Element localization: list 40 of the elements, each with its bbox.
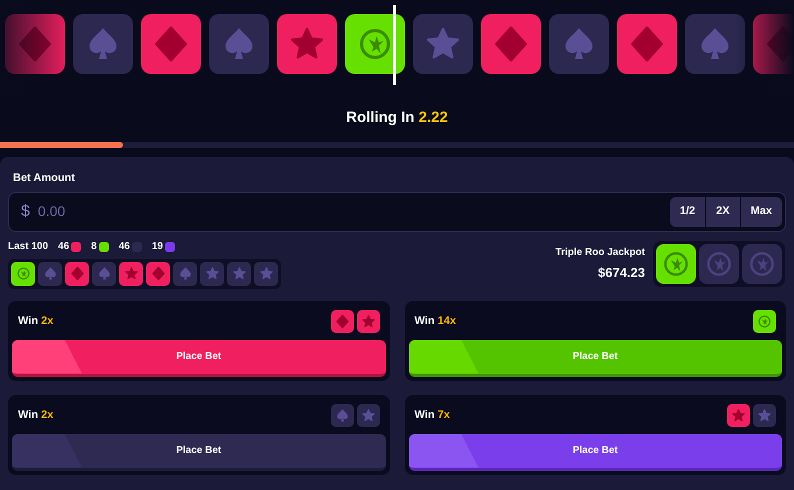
history-count: 46 bbox=[58, 240, 70, 254]
spade-icon bbox=[178, 266, 192, 281]
place-bet-button[interactable]: Place Bet bbox=[12, 434, 386, 470]
bet-amount-field[interactable]: $ 0.00 1/2 2X Max bbox=[8, 192, 786, 232]
star-icon bbox=[360, 408, 376, 423]
win-multiplier: Win 2x bbox=[18, 314, 54, 330]
spade-icon bbox=[42, 266, 58, 281]
star-icon bbox=[258, 266, 274, 281]
diamond-icon bbox=[70, 266, 84, 281]
history-count: 46 bbox=[118, 240, 130, 254]
bet-amount-label: Bet Amount bbox=[12, 171, 76, 186]
place-bet-button[interactable]: Place Bet bbox=[408, 434, 782, 470]
diamond-icon bbox=[150, 266, 166, 281]
diamond-icon bbox=[628, 25, 666, 63]
win-multiplier: Win 2x bbox=[18, 408, 54, 424]
jackpot-amount: $674.23 bbox=[598, 264, 645, 282]
diamond-icon bbox=[152, 25, 190, 63]
star-icon bbox=[757, 408, 772, 423]
win-multiplier: Win 14x bbox=[414, 314, 456, 330]
jackpot-label: Triple Roo Jackpot bbox=[556, 246, 645, 260]
win-multiplier: Win 7x bbox=[414, 408, 450, 424]
history-count: 19 bbox=[152, 240, 163, 254]
place-bet-button[interactable]: Place Bet bbox=[12, 340, 386, 376]
history-count: 8 bbox=[91, 240, 97, 254]
bet-modifier-button[interactable]: 1/2 bbox=[670, 196, 706, 226]
star-icon bbox=[124, 266, 138, 281]
bet-modifier-button[interactable]: 2X bbox=[706, 196, 740, 226]
diamond-icon bbox=[334, 314, 350, 329]
currency-symbol: $ bbox=[21, 202, 30, 222]
spade-icon bbox=[334, 408, 350, 423]
diamond-icon bbox=[16, 25, 54, 63]
bet-modifier-button[interactable]: Max bbox=[740, 196, 782, 226]
star-icon bbox=[360, 314, 376, 329]
history-label: Last 100 bbox=[8, 240, 48, 254]
diamond-icon bbox=[492, 25, 530, 63]
spade-icon bbox=[96, 266, 112, 281]
star-icon bbox=[232, 266, 246, 281]
star-icon bbox=[731, 408, 746, 423]
star-icon bbox=[204, 266, 220, 281]
countdown-label: Rolling In 2.22 bbox=[346, 108, 448, 128]
